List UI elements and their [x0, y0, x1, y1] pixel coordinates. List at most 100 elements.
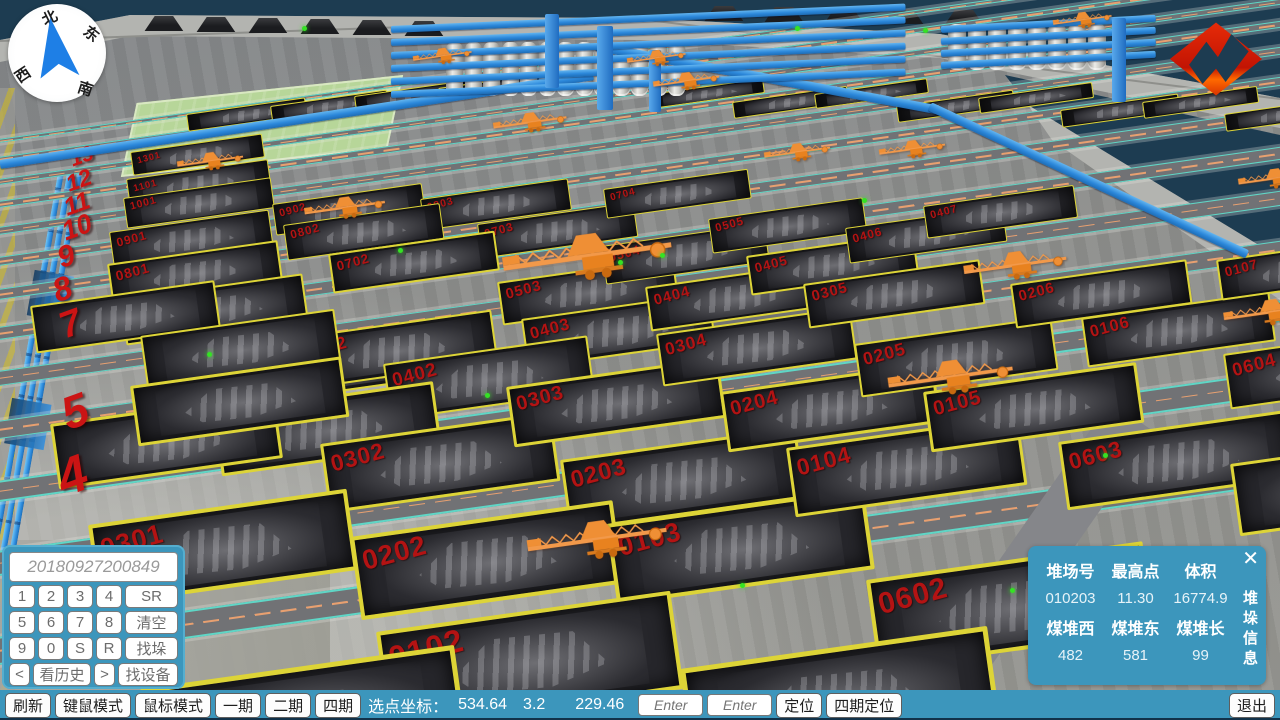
- key-r[interactable]: R: [96, 637, 122, 660]
- picked-point-x: 534.64: [458, 696, 507, 714]
- pile-id-label: 0702: [335, 251, 371, 274]
- pile-id-label: 0404: [652, 283, 692, 309]
- pile-id-label: 0405: [753, 252, 789, 275]
- status-dot: [302, 26, 307, 31]
- phase-1-button[interactable]: 一期: [215, 693, 261, 718]
- key-8[interactable]: 8: [96, 611, 122, 634]
- conveyor-tower: [597, 26, 613, 110]
- status-dot: [795, 26, 800, 31]
- key-2[interactable]: 2: [38, 585, 64, 608]
- clear-button[interactable]: 清空: [125, 611, 178, 634]
- distant-coal-pile: [244, 18, 290, 33]
- pile-id-label: 0901: [115, 228, 148, 250]
- pile-id-label: 1301: [136, 149, 162, 165]
- pile-yard-no-header: 堆场号: [1038, 558, 1103, 582]
- pile-id-label: 0304: [663, 329, 710, 360]
- pile-id-label: 0305: [810, 280, 850, 305]
- pile-info-vertical-label: 堆垛信息: [1239, 590, 1260, 670]
- conveyor-tower: [545, 14, 559, 88]
- key-sr[interactable]: SR: [125, 585, 178, 608]
- key-5[interactable]: 5: [9, 611, 35, 634]
- company-logo-icon: [1168, 20, 1264, 98]
- exit-button[interactable]: 退出: [1229, 693, 1275, 718]
- status-dot: [207, 352, 212, 357]
- status-dot: [485, 393, 490, 398]
- key-1[interactable]: 1: [9, 585, 35, 608]
- pile-id-label: 0104: [794, 441, 855, 481]
- locate-button[interactable]: 定位: [776, 693, 822, 718]
- phase-2-button[interactable]: 二期: [265, 693, 311, 718]
- status-dot: [1010, 588, 1015, 593]
- key-6[interactable]: 6: [38, 611, 64, 634]
- pile-length-header: 煤堆长: [1168, 615, 1233, 639]
- status-dot: [1103, 453, 1108, 458]
- key-0[interactable]: 0: [38, 637, 64, 660]
- picked-point-z: 229.46: [575, 696, 624, 714]
- pile-west-value: 482: [1038, 647, 1103, 664]
- pile-id-label: 0505: [714, 215, 746, 234]
- status-dot: [740, 583, 745, 588]
- key-4[interactable]: 4: [96, 585, 122, 608]
- highest-point-header: 最高点: [1103, 558, 1168, 582]
- conveyor-tower: [1112, 18, 1126, 102]
- pile-id-label: 0801: [114, 260, 151, 283]
- key-7[interactable]: 7: [67, 611, 93, 634]
- volume-value: 16774.9: [1168, 590, 1233, 607]
- history-prev-button[interactable]: <: [9, 663, 30, 686]
- status-dot: [618, 260, 623, 265]
- close-icon[interactable]: ✕: [1242, 547, 1259, 571]
- view-history-button[interactable]: 看历史: [33, 663, 91, 686]
- pile-west-header: 煤堆西: [1038, 615, 1103, 639]
- status-dot: [862, 198, 867, 203]
- bottom-toolbar: 刷新 键鼠模式 鼠标模式 一期 二期 四期 选点坐标： 534.64 3.2 2…: [0, 690, 1280, 720]
- status-dot: [398, 248, 403, 253]
- pile-length-value: 99: [1168, 647, 1233, 664]
- volume-header: 体积: [1168, 558, 1233, 582]
- status-dot: [923, 28, 928, 33]
- compass-widget[interactable]: 北 东 西 南: [8, 4, 106, 102]
- status-dot: [660, 253, 665, 258]
- history-next-button[interactable]: >: [94, 663, 115, 686]
- picked-point-label: 选点坐标：: [368, 693, 448, 717]
- pile-id-label: 0406: [851, 224, 884, 245]
- keypad-input[interactable]: [9, 552, 178, 582]
- stacker-reclaimer-machine[interactable]: [762, 136, 837, 170]
- key-mouse-mode-button[interactable]: 键鼠模式: [55, 693, 131, 718]
- pile-id-label: 0303: [514, 381, 567, 416]
- coordinate-input-1[interactable]: [638, 694, 703, 716]
- refresh-button[interactable]: 刷新: [5, 693, 51, 718]
- pile-id-label: 0302: [328, 437, 388, 477]
- pile-id-label: 0204: [728, 386, 781, 421]
- key-9[interactable]: 9: [9, 637, 35, 660]
- pile-id-label: 0203: [568, 453, 630, 495]
- key-s[interactable]: S: [67, 637, 93, 660]
- compass-arrow-icon: [28, 14, 86, 90]
- stacker-reclaimer-machine[interactable]: [1236, 161, 1280, 199]
- mouse-mode-button[interactable]: 鼠标模式: [135, 693, 211, 718]
- pile-id-label: 0407: [929, 203, 959, 222]
- pile-id-label: 0107: [1223, 256, 1260, 279]
- pile-id-label: 1001: [129, 195, 158, 213]
- pile-id-label: 0603: [1066, 435, 1126, 475]
- application-window: 1301110110010901080107010902080308020703…: [0, 0, 1280, 720]
- pile-east-value: 581: [1103, 647, 1168, 664]
- pile-id-label: 1101: [132, 176, 158, 193]
- pile-id-label: 0106: [1088, 313, 1132, 342]
- highest-point-value: 11.30: [1103, 590, 1168, 607]
- pile-id-label: 0602: [875, 571, 952, 622]
- find-device-button[interactable]: 找设备: [118, 663, 178, 686]
- key-3[interactable]: 3: [67, 585, 93, 608]
- pile-id-label: 0202: [359, 529, 431, 577]
- coordinate-input-2[interactable]: [707, 694, 772, 716]
- phase-4-button[interactable]: 四期: [315, 693, 361, 718]
- picked-point-y: 3.2: [523, 696, 545, 714]
- distant-coal-pile: [140, 16, 186, 31]
- pile-yard-no-value: 010203: [1038, 590, 1103, 607]
- find-pile-button[interactable]: 找垛: [125, 637, 178, 660]
- distant-coal-pile: [348, 20, 394, 35]
- phase-4-locate-button[interactable]: 四期定位: [826, 693, 902, 718]
- pile-search-keypad-panel: 1 2 3 4 SR 5 6 7 8 清空 9 0 S R 找垛 < 看历史 >…: [2, 545, 185, 689]
- distant-coal-pile: [192, 17, 238, 32]
- pile-id-label: 0604: [1230, 348, 1279, 381]
- pile-east-header: 煤堆东: [1103, 615, 1168, 639]
